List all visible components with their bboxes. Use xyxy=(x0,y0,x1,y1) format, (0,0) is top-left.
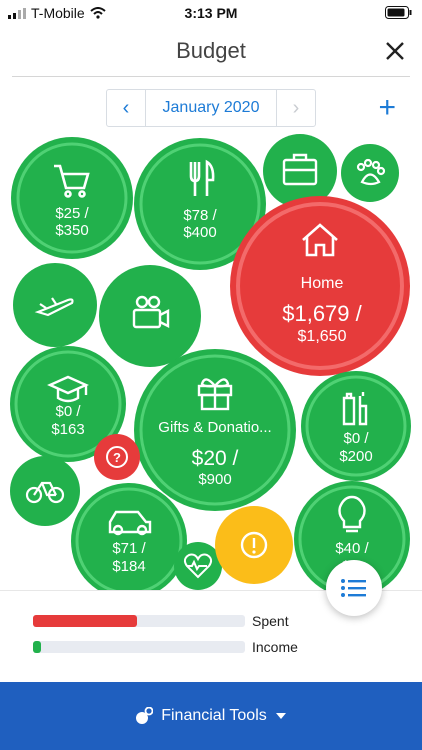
home-budget: $1,650 xyxy=(298,328,347,345)
bubble-auto[interactable]: $71 / $184 xyxy=(71,483,187,599)
auto-spent: $71 / xyxy=(112,540,146,557)
gifts-budget: $900 xyxy=(198,471,231,488)
personal-care-spent: $0 / xyxy=(343,430,369,447)
financial-tools-label: Financial Tools xyxy=(161,707,267,724)
home-label: Home xyxy=(301,275,344,292)
bubble-travel[interactable] xyxy=(13,263,97,347)
dining-budget: $400 xyxy=(183,224,216,241)
home-spent: $1,679 / xyxy=(282,301,362,326)
auto-budget: $184 xyxy=(112,558,145,575)
bubble-personal-care[interactable]: $0 / $200 xyxy=(301,371,411,481)
bubble-home[interactable]: Home $1,679 / $1,650 xyxy=(230,196,410,376)
financial-tools-icon xyxy=(136,707,154,724)
income-bar-fill xyxy=(33,641,42,653)
bubble-entertainment[interactable] xyxy=(99,265,201,367)
education-budget: $163 xyxy=(51,421,84,438)
spent-bar-fill xyxy=(33,615,137,627)
groceries-spent: $25 / xyxy=(55,205,89,222)
gifts-label: Gifts & Donatio... xyxy=(158,419,271,436)
list-icon xyxy=(341,579,366,597)
income-label: Income xyxy=(252,639,298,655)
bubble-groceries[interactable]: $25 / $350 xyxy=(11,137,133,259)
personal-care-budget: $200 xyxy=(339,448,372,465)
financial-tools-menu[interactable]: Financial Tools xyxy=(0,682,422,750)
gifts-spent: $20 / xyxy=(192,447,239,470)
spent-label: Spent xyxy=(252,613,289,629)
utilities-spent: $40 / xyxy=(335,540,369,557)
groceries-budget: $350 xyxy=(55,222,88,239)
bubble-pets[interactable] xyxy=(341,144,399,202)
bubble-gifts[interactable]: Gifts & Donatio... $20 / $900 xyxy=(134,349,296,511)
spent-bar xyxy=(33,615,245,627)
education-spent: $0 / xyxy=(55,403,81,420)
svg-text:?: ? xyxy=(113,450,121,465)
chevron-down-icon xyxy=(275,713,286,719)
bubble-bicycle[interactable] xyxy=(10,456,80,526)
income-bar xyxy=(33,641,245,653)
bubble-uncategorized[interactable]: ? xyxy=(94,434,140,480)
bubble-health[interactable] xyxy=(174,542,222,590)
list-view-button[interactable] xyxy=(326,560,382,616)
dining-spent: $78 / xyxy=(183,207,217,224)
bubble-alert[interactable] xyxy=(215,506,293,584)
